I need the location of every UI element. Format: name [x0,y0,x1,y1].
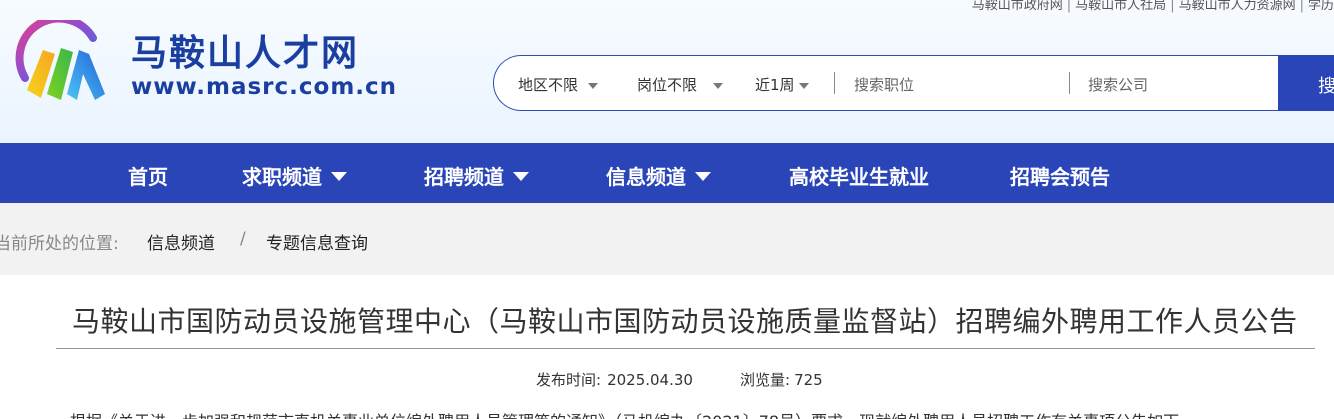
date-filter-label: 近1周 [755,76,795,94]
divider [1069,72,1070,94]
top-link-gov[interactable]: 马鞍山市政府网 [972,0,1063,13]
site-header: 马鞍山市政府网 | 马鞍山市人社局 | 马鞍山市人力资源网 | 学历 马鞍山人才… [0,0,1334,143]
top-link-separator: | [1299,0,1304,13]
nav-job-seeking-label: 求职频道 [242,165,322,189]
top-link-hr-network[interactable]: 马鞍山市人力资源网 [1179,0,1296,13]
nav-home[interactable]: 首页 [128,161,168,190]
nav-graduate-employment[interactable]: 高校毕业生就业 [789,161,929,190]
region-filter-dropdown[interactable]: 地区不限 [518,74,599,95]
top-link-hrss[interactable]: 马鞍山市人社局 [1075,0,1166,13]
views-info: 浏览量: 725 [740,369,823,390]
top-link-separator: | [1066,0,1072,13]
nav-job-fair[interactable]: 招聘会预告 [1010,161,1110,190]
chevron-down-icon [713,82,724,89]
publish-date: 2025.04.30 [607,371,693,389]
top-link-separator: | [1170,0,1175,13]
nav-graduate-employment-label: 高校毕业生就业 [789,165,929,189]
region-filter-label: 地区不限 [518,76,579,94]
chevron-down-icon [798,82,809,89]
job-search-input[interactable]: 搜索职位 [854,74,914,95]
nav-recruitment[interactable]: 招聘频道 [424,161,529,190]
breadcrumb-special-query[interactable]: 专题信息查询 [266,229,368,254]
nav-job-fair-label: 招聘会预告 [1010,165,1110,189]
nav-recruitment-label: 招聘频道 [424,165,504,189]
chevron-down-icon [588,82,599,89]
breadcrumb-info-channel[interactable]: 信息频道 [147,229,215,254]
date-filter-dropdown[interactable]: 近1周 [755,74,809,95]
top-link-education[interactable]: 学历 [1308,0,1334,13]
chevron-down-icon [695,172,711,181]
position-filter-dropdown[interactable]: 岗位不限 [637,74,724,95]
publish-info: 发布时间: 2025.04.30 [536,369,693,390]
breadcrumb-prefix: 当前所处的位置: [0,234,119,254]
title-divider [56,348,1315,349]
nav-information[interactable]: 信息频道 [606,161,711,190]
company-search-input[interactable]: 搜索公司 [1088,74,1148,95]
views-label: 浏览量: [740,371,791,389]
publish-label: 发布时间: [536,371,602,389]
article-title: 马鞍山市国防动员设施管理中心（马鞍山市国防动员设施质量监督站）招聘编外聘用工作人… [72,305,1298,338]
chevron-down-icon [513,172,529,181]
views-count: 725 [794,371,823,389]
nav-information-label: 信息频道 [606,165,686,189]
breadcrumb: 当前所处的位置: 信息频道 / 专题信息查询 [0,203,1334,275]
top-links: 马鞍山市政府网 | 马鞍山市人社局 | 马鞍山市人力资源网 | 学历 [972,0,1334,13]
nav-home-label: 首页 [128,165,168,189]
nav-job-seeking[interactable]: 求职频道 [242,161,347,190]
main-nav: 首页 求职频道 招聘频道 信息频道 高校毕业生就业 招聘会预告 [0,143,1334,203]
site-logo-icon[interactable] [15,20,110,108]
article-body-first-line: 根据《关于进一步加强和规范市直机关事业单位编外聘用人员管理等的通知》（马机编办〔… [70,408,1179,419]
breadcrumb-separator: / [240,229,246,249]
chevron-down-icon [331,172,347,181]
divider [834,72,835,94]
position-filter-label: 岗位不限 [637,76,698,94]
search-bar: 地区不限 岗位不限 近1周 搜索职位 搜索公司 [493,55,1334,111]
search-button[interactable]: 搜索 [1278,55,1334,111]
site-name[interactable]: 马鞍山人才网 [131,24,359,76]
site-url[interactable]: www.masrc.com.cn [131,74,397,100]
